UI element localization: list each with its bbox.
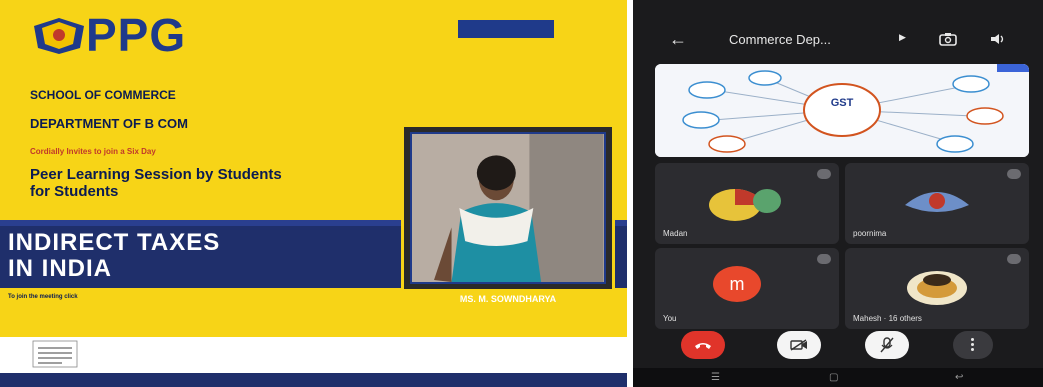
topic-line-1: INDIRECT TAXES	[8, 229, 221, 256]
join-instruction: To join the meeting click	[8, 294, 78, 300]
meet-call-screen: ← Commerce Dep... ▶ GST Madan poornima m…	[633, 0, 1043, 387]
participant-avatar: m	[713, 266, 761, 302]
home-icon[interactable]: ▢	[829, 372, 838, 383]
speaker-name: MS. M. SOWNDHARYA	[459, 294, 557, 304]
participant-tile[interactable]: m You	[655, 248, 839, 329]
poster-footer	[0, 373, 627, 387]
mic-off-icon	[880, 337, 894, 353]
screenshot-root: PPG SCHOOL OF COMMERCE DEPARTMENT OF B C…	[0, 0, 1043, 387]
participant-tile[interactable]: Madan	[655, 163, 839, 244]
meeting-title[interactable]: Commerce Dep...	[729, 32, 831, 47]
college-logo: PPG	[30, 10, 250, 72]
participant-name: Madan	[663, 229, 688, 238]
participant-tile[interactable]: Mahesh · 16 others	[845, 248, 1029, 329]
participant-name: Mahesh · 16 others	[853, 314, 922, 323]
mic-off-icon	[1007, 169, 1021, 179]
android-nav-bar: ☰ ▢ ↩	[633, 368, 1043, 387]
participant-avatar	[905, 192, 969, 212]
accreditation-seal-icon	[32, 340, 78, 368]
camera-toggle-button[interactable]	[777, 331, 821, 359]
session-title: Peer Learning Session by Students for St…	[30, 166, 282, 200]
participant-name: You	[663, 314, 677, 323]
participant-avatar	[907, 271, 967, 305]
college-emblem-icon	[34, 18, 84, 54]
mic-off-icon	[817, 169, 831, 179]
mic-toggle-button[interactable]	[865, 331, 909, 359]
call-app-bar: ← Commerce Dep... ▶	[633, 26, 1043, 58]
end-call-button[interactable]	[681, 331, 725, 359]
participant-tile[interactable]: poornima	[845, 163, 1029, 244]
accreditation-tag	[458, 20, 554, 38]
more-options-button[interactable]	[953, 331, 993, 359]
chevron-right-icon[interactable]: ▶	[899, 32, 906, 43]
invite-line: Cordially Invites to join a Six Day	[30, 147, 156, 156]
topic-line-2: IN INDIA	[8, 255, 112, 282]
shared-mindmap-slide: GST	[655, 64, 1029, 157]
screen-share-view[interactable]: GST	[655, 64, 1029, 157]
back-arrow-icon[interactable]: ←	[669, 30, 687, 48]
switch-camera-icon[interactable]	[939, 32, 957, 46]
speaker-icon[interactable]	[989, 32, 1007, 46]
mic-off-icon	[1007, 254, 1021, 264]
participant-name: poornima	[853, 229, 887, 238]
more-icon	[971, 338, 974, 352]
event-details: To join the meeting click	[8, 294, 178, 301]
participant-avatar	[709, 189, 781, 221]
speaker-portrait-image	[412, 134, 604, 282]
camera-off-icon	[790, 339, 807, 351]
signature-band	[0, 337, 627, 373]
recents-icon[interactable]: ☰	[711, 372, 720, 383]
mic-off-icon	[817, 254, 831, 264]
back-nav-icon[interactable]: ↩	[955, 372, 963, 383]
logo-wordmark: PPG	[86, 9, 187, 61]
event-poster: PPG SCHOOL OF COMMERCE DEPARTMENT OF B C…	[0, 0, 627, 387]
department-heading: DEPARTMENT OF B COM	[30, 116, 188, 131]
school-heading: SCHOOL OF COMMERCE	[30, 88, 176, 102]
share-center-label: GST	[831, 97, 854, 109]
end-call-icon	[695, 343, 711, 349]
topic-title: INDIRECT TAXES IN INDIA	[8, 230, 220, 282]
speaker-photo	[410, 132, 606, 284]
